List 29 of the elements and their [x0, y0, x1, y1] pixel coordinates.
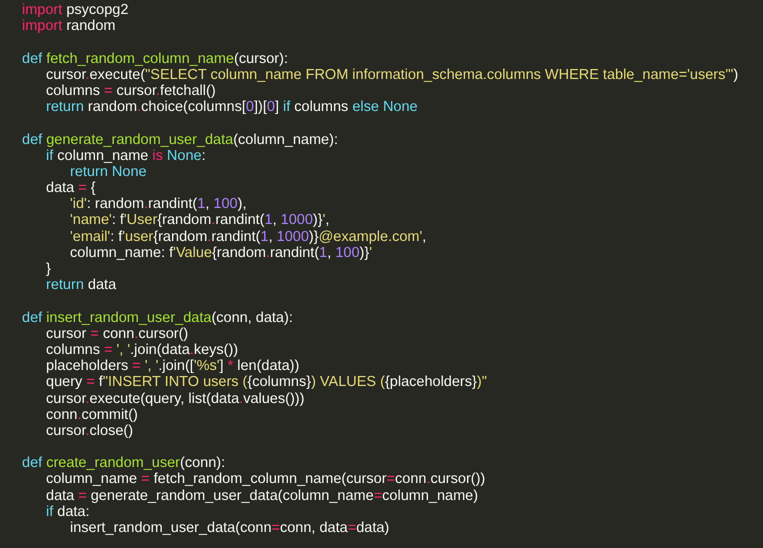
- code-line: }: [45, 261, 51, 278]
- code-line: query = f"INSERT INTO users ({columns}) VALUES ({placeholders})": [45, 374, 487, 390]
- code-line: data = generate_random_user_data(column_name=column_name): [45, 488, 478, 504]
- code-line: column_name: f'Value{random.randint(1, 100)}': [69, 244, 372, 261]
- code-line: columns = ', '.join(data.keys()): [45, 342, 238, 358]
- code-line: placeholders = ', '.join(['%s'] * len(data)): [45, 358, 300, 374]
- code-line: columns = cursor.fetchall(): [45, 82, 216, 100]
- code-line: cursor.close(): [45, 422, 134, 440]
- code-line: cursor = conn.cursor(): [45, 326, 188, 342]
- code-line: def insert_random_user_data(conn, data):: [22, 310, 293, 326]
- code-line: return None: [69, 164, 147, 180]
- code-line: import psycopg2: [22, 2, 128, 18]
- code-line: cursor.execute("SELECT column_name FROM information_schema.columns WHERE table_name='users'"): [45, 66, 738, 83]
- code-line: 'email': f'user{random.randint(1, 1000)}@example.com',: [69, 228, 426, 245]
- code-line: import random: [22, 18, 116, 34]
- code-line: return random.choice(columns[0])[0] if columns else None: [45, 99, 418, 116]
- code-line: if column_name is None:: [45, 148, 206, 164]
- code-line: cursor.execute(query, list(data.values())): [45, 390, 304, 407]
- code-line: insert_random_user_data(conn=conn, data=data): [69, 520, 390, 536]
- code-line: def fetch_random_column_name(cursor):: [22, 50, 288, 67]
- code-line: return data: [45, 277, 116, 294]
- code-line: 'id': random.randint(1, 100),: [69, 196, 246, 212]
- code-line: def generate_random_user_data(column_name):: [22, 132, 338, 148]
- code-line: data = {: [45, 180, 96, 196]
- code-line: if data:: [45, 504, 90, 520]
- code-line: column_name = fetch_random_column_name(cursor=conn.cursor()): [45, 471, 486, 488]
- code-line: def create_random_user(conn):: [22, 455, 226, 472]
- code-line: 'name': f'User{random.randint(1, 1000)}',: [69, 212, 330, 229]
- code-line: conn.commit(): [45, 406, 138, 423]
